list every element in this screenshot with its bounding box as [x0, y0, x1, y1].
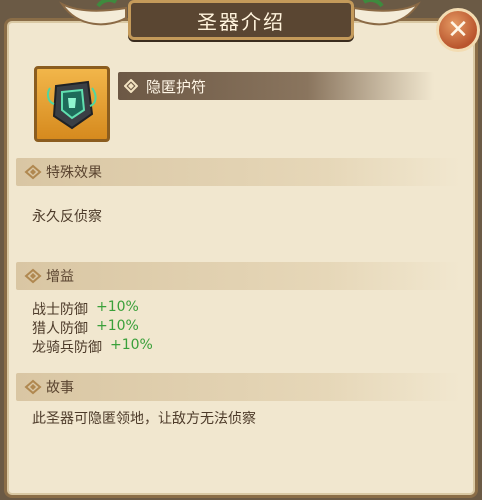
buff-row: 猎人防御 +10% [32, 318, 139, 338]
section-title-story: 故事 [46, 380, 74, 396]
buff-row: 战士防御 +10% [32, 299, 139, 319]
horn-decoration-left-icon [59, 0, 127, 26]
section-header-story: 故事 [16, 373, 460, 401]
buff-label: 龙骑兵防御 [32, 340, 102, 356]
section-chevron-icon [24, 164, 42, 180]
artifact-name: 隐匿护符 [146, 77, 207, 96]
horn-decoration-right-icon [353, 0, 421, 26]
artifact-icon-frame[interactable] [34, 66, 110, 142]
section-chevron-icon [24, 379, 42, 395]
story-text: 此圣器可隐匿领地，让敌方无法侦察 [32, 411, 256, 427]
buff-value: +10% [96, 318, 139, 334]
buff-row: 龙骑兵防御 +10% [32, 337, 153, 357]
buff-label: 猎人防御 [32, 321, 88, 337]
diamond-icon [124, 79, 138, 93]
amulet-icon [46, 80, 97, 130]
section-title-buff: 增益 [46, 269, 74, 285]
close-icon: ✕ [447, 15, 469, 45]
section-header-buff: 增益 [16, 262, 460, 290]
effect-text: 永久反侦察 [32, 209, 102, 225]
section-header-effect: 特殊效果 [16, 158, 460, 186]
artifact-name-bar: 隐匿护符 [118, 72, 434, 100]
section-chevron-icon [24, 268, 42, 284]
page-title: 圣器介绍 [128, 0, 354, 40]
close-button[interactable]: ✕ [436, 8, 480, 52]
buff-value: +10% [96, 299, 139, 315]
buff-value: +10% [110, 337, 153, 353]
buff-label: 战士防御 [32, 302, 88, 318]
section-title-effect: 特殊效果 [46, 165, 102, 181]
